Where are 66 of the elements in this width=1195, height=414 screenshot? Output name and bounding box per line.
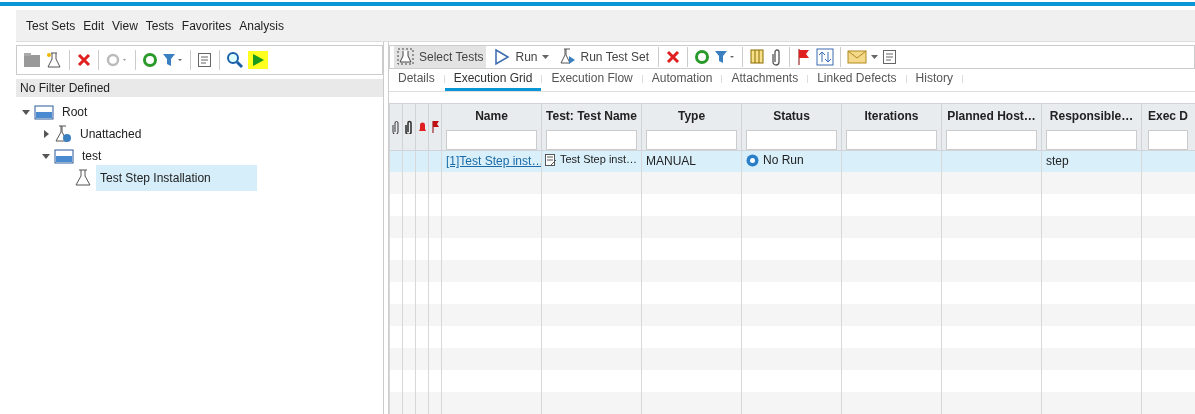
collapse-caret-icon[interactable] — [42, 152, 50, 160]
filter-field[interactable] — [1046, 129, 1137, 149]
tree-item[interactable]: Unattached — [76, 123, 146, 145]
tab[interactable]: Automation — [642, 69, 722, 91]
toolbar-button[interactable]: Select Tests — [394, 46, 487, 68]
flask-icon[interactable] — [45, 51, 63, 69]
tab[interactable]: History — [906, 69, 962, 91]
collapse-caret-icon[interactable] — [22, 108, 30, 116]
paperclip-icon — [391, 120, 401, 135]
menu-item[interactable]: Favorites — [180, 16, 233, 35]
menu-item[interactable]: Edit — [82, 16, 106, 35]
paperclip-icon[interactable] — [771, 48, 783, 66]
flask-icon — [74, 169, 92, 187]
menu-item[interactable]: Analysis — [238, 16, 285, 35]
cell-text: Test Step inst… — [560, 152, 638, 168]
status-icon — [746, 153, 759, 167]
cell-text: MANUAL — [646, 154, 696, 169]
flask-icon — [397, 48, 415, 66]
caret-icon[interactable] — [871, 54, 878, 60]
filter-field[interactable] — [646, 129, 737, 149]
notes-icon[interactable] — [882, 49, 898, 65]
filter-icon[interactable] — [162, 52, 184, 68]
cell-text: step — [1046, 154, 1069, 169]
filter-label: No Filter Defined — [16, 79, 383, 97]
menu-item[interactable]: Tests — [144, 16, 175, 35]
filter-icon[interactable] — [714, 49, 736, 65]
flag-icon[interactable] — [796, 48, 812, 66]
tab[interactable]: Details — [389, 69, 444, 91]
play-icon[interactable] — [248, 51, 268, 69]
delete-icon[interactable] — [76, 52, 92, 68]
folder-icon[interactable] — [23, 52, 41, 68]
expand-caret-icon[interactable] — [42, 130, 50, 138]
tree-item[interactable]: Root — [58, 101, 92, 123]
cell-text: No Run — [763, 152, 804, 169]
paperclip-icon — [404, 120, 414, 135]
notes-icon[interactable] — [197, 52, 213, 68]
toolbar-button[interactable]: Run — [490, 46, 552, 68]
refresh-icon[interactable] — [694, 49, 710, 65]
folder-icon — [34, 104, 54, 120]
refresh-icon[interactable] — [142, 52, 158, 68]
edit-notes-icon — [544, 152, 558, 167]
tree-item[interactable]: test — [78, 145, 106, 167]
columns-icon[interactable] — [749, 48, 767, 66]
menu-item[interactable]: Test Sets — [25, 16, 77, 35]
tab[interactable]: Attachments — [722, 69, 808, 91]
filter-field[interactable] — [946, 129, 1037, 149]
caret-icon — [541, 54, 549, 60]
delete-icon[interactable] — [665, 49, 681, 65]
filter-field[interactable] — [446, 129, 537, 149]
toolbar-button[interactable]: Run Test Set — [555, 46, 652, 68]
filter-field[interactable] — [846, 129, 937, 149]
filter-field[interactable] — [1148, 129, 1188, 149]
tree-item[interactable]: Test Step Installation — [96, 165, 257, 191]
filter-field[interactable] — [746, 129, 837, 149]
play-icon — [493, 48, 512, 66]
flask-icon — [558, 48, 577, 66]
menu-item[interactable]: View — [111, 16, 139, 35]
filter-field[interactable] — [546, 129, 637, 149]
flask-icon — [54, 125, 72, 143]
flag-icon — [430, 120, 440, 135]
folder-icon — [54, 148, 74, 164]
sort-icon[interactable] — [816, 48, 834, 66]
tab[interactable]: Linked Defects — [808, 69, 906, 91]
search-icon[interactable] — [226, 51, 244, 69]
tab[interactable]: Execution Flow — [542, 69, 642, 91]
tab[interactable]: Execution Grid — [444, 69, 542, 91]
